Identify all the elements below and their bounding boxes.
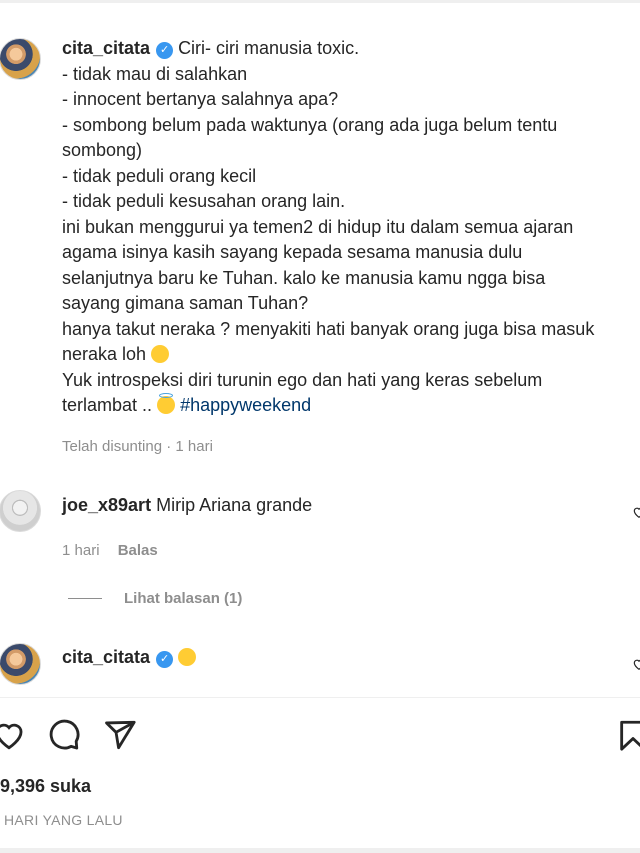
smiling-halo-emoji-icon xyxy=(157,393,176,414)
comment-time: 1 hari xyxy=(62,542,100,559)
reply-button[interactable]: Balas xyxy=(118,542,158,559)
caption-first-line: Ciri- ciri manusia toxic. xyxy=(178,38,360,58)
caption-line: - tidak peduli orang kecil xyxy=(62,165,257,186)
caption-line: ini bukan menggurui ya temen2 di hidup i… xyxy=(62,216,574,237)
post-time-ago: HARI YANG LALU xyxy=(4,812,123,828)
caption-line: selanjutnya baru ke Tuhan. kalo ke manus… xyxy=(62,267,546,288)
comment-meta: 1 hari Balas xyxy=(62,542,158,559)
commenter-avatar[interactable] xyxy=(0,490,41,532)
view-replies-label: Lihat balasan (1) xyxy=(124,590,243,607)
verified-badge-icon: ✓ xyxy=(156,651,174,668)
comment: cita_citata ✓ xyxy=(62,647,197,668)
like-comment-heart-icon[interactable] xyxy=(632,657,640,671)
caption-line: - tidak peduli kesusahan orang lain. xyxy=(62,191,346,211)
like-comment-heart-icon[interactable] xyxy=(632,505,640,519)
post-author-username[interactable]: cita_citata xyxy=(62,38,150,58)
caption-line: neraka loh xyxy=(62,344,147,364)
comment-text: Mirip Ariana grande xyxy=(156,495,313,515)
top-divider xyxy=(0,0,640,3)
upside-down-face-emoji-icon xyxy=(151,345,170,363)
comment: joe_x89art Mirip Ariana grande xyxy=(62,495,312,516)
bookmark-icon[interactable] xyxy=(616,718,640,752)
actions-divider xyxy=(0,697,640,698)
caption-line: sayang gimana saman Tuhan? xyxy=(62,293,309,313)
kissing-face-emoji-icon xyxy=(178,648,197,666)
bottom-divider xyxy=(0,848,640,853)
view-replies-button[interactable]: Lihat balasan (1) xyxy=(68,590,242,607)
caption-line: - innocent bertanya salahnya apa? xyxy=(62,89,339,109)
commenter-username[interactable]: joe_x89art xyxy=(62,495,151,515)
commenter-avatar[interactable] xyxy=(0,643,41,685)
caption-line: terlambat .. xyxy=(62,395,158,415)
hashtag-link[interactable]: #happyweekend xyxy=(180,395,311,415)
post-caption: cita_citata ✓ Ciri- ciri manusia toxic. - … xyxy=(62,36,640,419)
caption-line: agama isinya kasih sayang kepada sesama … xyxy=(62,242,523,262)
caption-line: sombong) xyxy=(62,140,143,160)
comment-icon[interactable] xyxy=(47,718,81,752)
edited-timestamp: Telah disunting · 1 hari xyxy=(62,438,213,455)
caption-line: - tidak mau di salahkan xyxy=(62,63,248,84)
share-icon[interactable] xyxy=(103,718,137,752)
caption-line: Yuk introspeksi diri turunin ego dan hat… xyxy=(62,369,543,390)
replies-dash xyxy=(68,598,102,599)
heart-icon[interactable] xyxy=(0,718,26,752)
caption-line: - sombong belum pada waktunya (orang ada… xyxy=(62,114,558,135)
caption-line: hanya takut neraka ? menyakiti hati bany… xyxy=(62,318,595,339)
commenter-username[interactable]: cita_citata xyxy=(62,647,150,667)
verified-badge-icon: ✓ xyxy=(156,42,174,59)
post-author-avatar[interactable] xyxy=(0,38,41,80)
likes-count[interactable]: 9,396 suka xyxy=(0,776,91,797)
